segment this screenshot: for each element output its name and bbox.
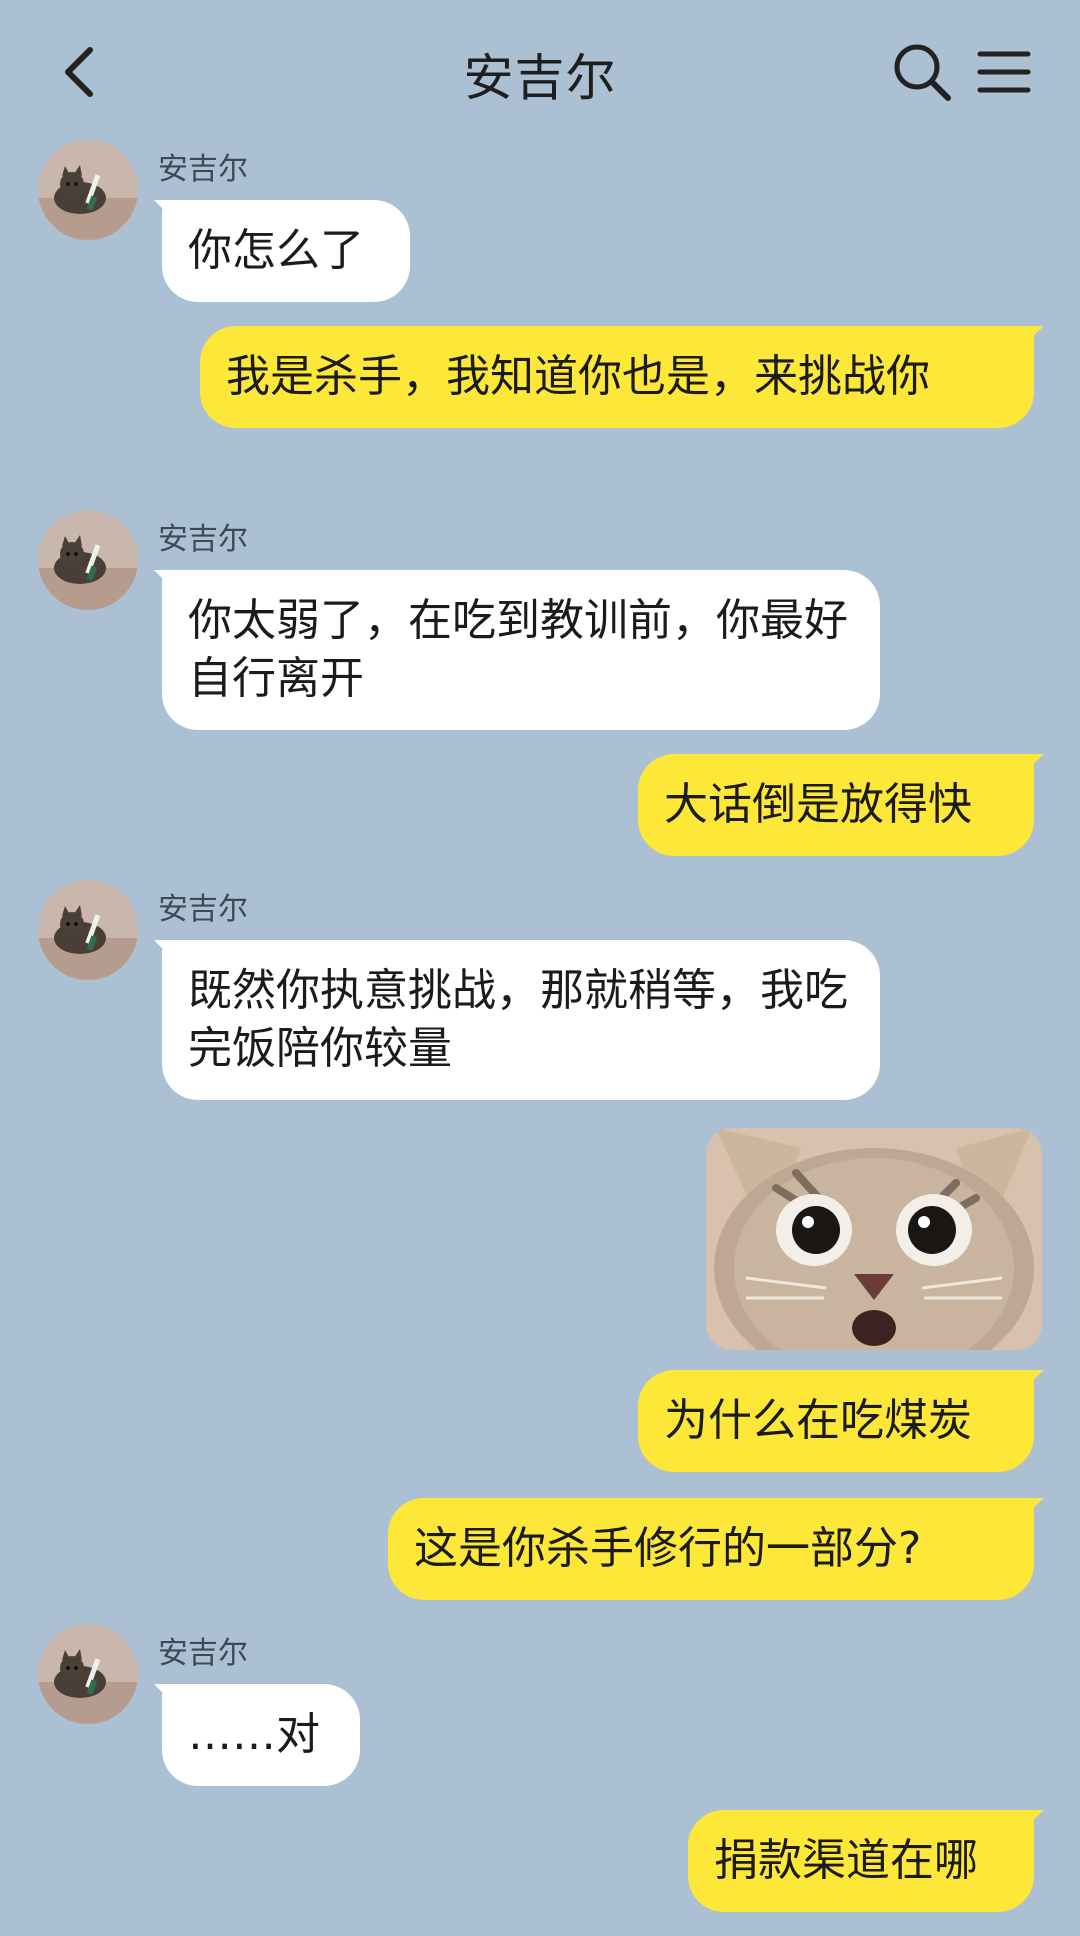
sender-name: 安吉尔 [158,892,248,927]
sender-name: 安吉尔 [158,152,248,187]
chat-header: 安吉尔 [0,0,1080,140]
cat-holding-knife-avatar [38,1624,138,1724]
outgoing-message-bubble[interactable]: 大话倒是放得快 [638,754,1034,856]
contact-avatar[interactable] [38,880,138,980]
search-icon [894,44,951,101]
cat-holding-knife-avatar [38,880,138,980]
outgoing-message-bubble[interactable]: 捐款渠道在哪 [688,1810,1034,1912]
cat-holding-knife-avatar [38,140,138,240]
menu-button[interactable] [974,40,1034,104]
incoming-message-bubble[interactable]: ……对 [162,1684,360,1786]
hamburger-menu-icon [977,51,1031,93]
shocked-cat-face-image [706,1128,1042,1350]
contact-avatar[interactable] [38,1624,138,1724]
outgoing-message-bubble[interactable]: 这是你杀手修行的一部分? [388,1498,1034,1600]
sender-name: 安吉尔 [158,1636,248,1671]
shocked-cat-face-sticker[interactable] [706,1128,1042,1350]
incoming-message-bubble[interactable]: 既然你执意挑战，那就稍等，我吃完饭陪你较量 [162,940,880,1100]
cat-holding-knife-avatar [38,510,138,610]
incoming-message-bubble[interactable]: 你怎么了 [162,200,410,302]
outgoing-message-bubble[interactable]: 我是杀手，我知道你也是，来挑战你 [200,326,1034,428]
sender-name: 安吉尔 [158,522,248,557]
contact-avatar[interactable] [38,510,138,610]
incoming-message-bubble[interactable]: 你太弱了，在吃到教训前，你最好自行离开 [162,570,880,730]
search-button[interactable] [890,40,954,104]
contact-avatar[interactable] [38,140,138,240]
outgoing-message-bubble[interactable]: 为什么在吃煤炭 [638,1370,1034,1472]
